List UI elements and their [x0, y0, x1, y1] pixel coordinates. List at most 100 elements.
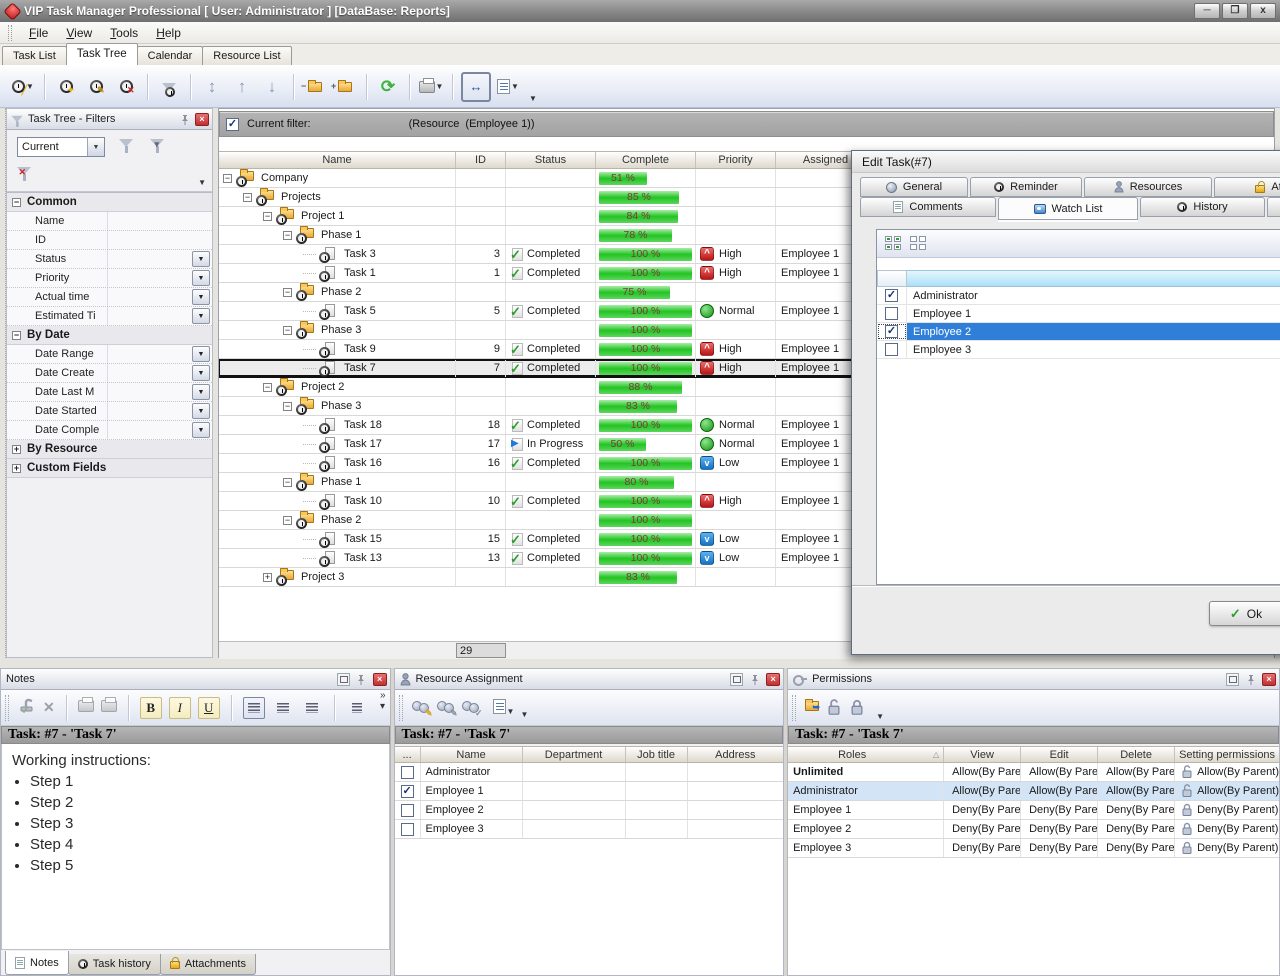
collapse-icon[interactable]: −: [12, 198, 21, 207]
align-right-icon[interactable]: [301, 697, 323, 719]
permission-row[interactable]: UnlimitedAllow(By Parent)Allow(By Parent…: [788, 763, 1279, 782]
close-icon[interactable]: ×: [1262, 673, 1276, 686]
toolbar-overflow-icon[interactable]: ▼: [521, 710, 529, 719]
filter-row-date-create[interactable]: Date Create▼: [7, 364, 212, 383]
chevron-down-icon[interactable]: ▼: [87, 138, 104, 156]
collapse-icon[interactable]: −: [283, 402, 292, 411]
restore-panel-icon[interactable]: [337, 673, 350, 686]
permission-cell[interactable]: Deny(By Parent): [1098, 839, 1175, 857]
filter-row-priority[interactable]: Priority▼: [7, 269, 212, 288]
permission-cell[interactable]: Allow(By Parent): [944, 763, 1021, 781]
filter-row-date-started[interactable]: Date Started▼: [7, 402, 212, 421]
permission-cell[interactable]: Deny(By Parent): [1175, 801, 1279, 819]
check-all-icon[interactable]: [885, 236, 902, 251]
permission-cell[interactable]: Deny(By Parent): [1098, 820, 1175, 838]
filter-group-header[interactable]: −By Date: [7, 326, 212, 345]
supervisor-checkbox[interactable]: ✓: [885, 343, 898, 356]
chevron-down-icon[interactable]: ▼: [192, 270, 210, 286]
new-subtask-icon[interactable]: ✦: [53, 73, 79, 101]
permission-cell[interactable]: Allow(By Parent): [1021, 782, 1098, 800]
permission-cell[interactable]: Deny(By Parent): [944, 820, 1021, 838]
delete-note-icon[interactable]: ✕: [43, 699, 55, 716]
supervisor-row[interactable]: ✓Administrator: [877, 287, 1280, 305]
resource-checkbox[interactable]: ✓: [401, 823, 414, 836]
filter-row-status[interactable]: Status▼: [7, 250, 212, 269]
column-header-check[interactable]: ...: [395, 747, 421, 762]
permission-cell[interactable]: Allow(By Parent): [1175, 782, 1279, 800]
tab-reminder[interactable]: Reminder: [970, 177, 1082, 197]
column-header-address[interactable]: Address: [688, 747, 784, 762]
column-header-priority[interactable]: Priority: [696, 152, 776, 168]
tab-task-list[interactable]: Task List: [2, 46, 67, 65]
column-header-name[interactable]: Name: [421, 747, 523, 762]
unlock-icon[interactable]: [826, 699, 842, 716]
permission-cell[interactable]: Allow(By Parent): [1098, 763, 1175, 781]
restore-panel-icon[interactable]: [1226, 673, 1239, 686]
current-filter-checkbox[interactable]: ✓: [226, 118, 239, 131]
column-header-id[interactable]: ID: [456, 152, 506, 168]
column-header-job-title[interactable]: Job title: [626, 747, 688, 762]
permission-cell[interactable]: Deny(By Parent): [944, 839, 1021, 857]
tab-notes[interactable]: Notes: [5, 951, 69, 975]
chevron-down-icon[interactable]: ▼: [192, 308, 210, 324]
edit-task-icon[interactable]: ✎: [83, 73, 109, 101]
filter-tasks-icon[interactable]: [156, 73, 182, 101]
print-note-icon[interactable]: [101, 700, 117, 715]
resource-row[interactable]: ✓Employee 2: [395, 801, 784, 820]
permission-cell[interactable]: Deny(By Parent): [1021, 820, 1098, 838]
tab-calendar[interactable]: Calendar: [137, 46, 204, 65]
align-center-icon[interactable]: [272, 697, 294, 719]
filter-row-date-range[interactable]: Date Range▼: [7, 345, 212, 364]
save-filter-icon[interactable]: ▾: [150, 138, 164, 150]
column-header-delete[interactable]: Delete: [1098, 747, 1175, 762]
column-header-edit[interactable]: Edit: [1021, 747, 1098, 762]
menu-tools[interactable]: Tools: [101, 23, 147, 43]
resource-checkbox[interactable]: ✓: [401, 785, 414, 798]
resource-row[interactable]: ✓Employee 3: [395, 820, 784, 839]
remove-assignment-icon[interactable]: ✓: [462, 701, 480, 715]
expand-icon[interactable]: +: [263, 573, 272, 582]
permission-cell[interactable]: Allow(By Parent): [944, 782, 1021, 800]
chevron-down-icon[interactable]: ▼: [192, 346, 210, 362]
filter-toolbar-overflow-icon[interactable]: ▼: [198, 178, 206, 187]
print-icon[interactable]: ▼: [418, 73, 444, 101]
tab-task-history[interactable]: Task history: [68, 954, 161, 975]
tab-attachments[interactable]: Attachments: [160, 954, 256, 975]
collapse-icon[interactable]: −: [283, 516, 292, 525]
filter-row-actual-time[interactable]: Actual time▼: [7, 288, 212, 307]
ok-button[interactable]: ✓Ok: [1209, 601, 1280, 626]
tab-comments[interactable]: Comments: [860, 197, 996, 217]
fit-columns-icon[interactable]: ↔: [461, 72, 491, 102]
pin-icon[interactable]: [355, 673, 368, 686]
collapse-icon[interactable]: −: [223, 174, 232, 183]
notes-content[interactable]: Working instructions: Step 1Step 2Step 3…: [1, 744, 390, 950]
collapse-all-icon[interactable]: −: [302, 73, 328, 101]
align-left-icon[interactable]: [243, 697, 265, 719]
column-header-view[interactable]: View: [944, 747, 1021, 762]
tab-history[interactable]: History: [1140, 197, 1265, 217]
lock-icon[interactable]: [849, 699, 865, 716]
filter-group-header[interactable]: +By Resource: [7, 440, 212, 459]
collapse-icon[interactable]: −: [283, 288, 292, 297]
minimize-button[interactable]: ─: [1194, 3, 1220, 19]
column-header-department[interactable]: Department: [523, 747, 626, 762]
permission-cell[interactable]: Deny(By Parent): [944, 801, 1021, 819]
apply-filter-icon[interactable]: [119, 138, 133, 150]
chevron-down-icon[interactable]: ▼: [192, 403, 210, 419]
close-icon[interactable]: ×: [195, 113, 209, 126]
approve-note-icon[interactable]: [18, 698, 36, 717]
toolbar-overflow-icon[interactable]: ▼: [876, 712, 884, 721]
collapse-icon[interactable]: −: [283, 478, 292, 487]
filter-row-name[interactable]: Name: [7, 212, 212, 231]
expand-collapse-icon[interactable]: ↕: [199, 73, 225, 101]
menu-help[interactable]: Help: [147, 23, 190, 43]
dialog-title-bar[interactable]: Edit Task(#7): [852, 151, 1280, 173]
chevron-down-icon[interactable]: ▼: [192, 251, 210, 267]
menu-view[interactable]: View: [57, 23, 101, 43]
restore-panel-icon[interactable]: [730, 673, 743, 686]
close-icon[interactable]: ×: [373, 673, 387, 686]
collapse-icon[interactable]: −: [283, 231, 292, 240]
bold-button[interactable]: B: [140, 697, 162, 719]
filter-row-estimated-ti[interactable]: Estimated Ti▼: [7, 307, 212, 326]
italic-button[interactable]: I: [169, 697, 191, 719]
